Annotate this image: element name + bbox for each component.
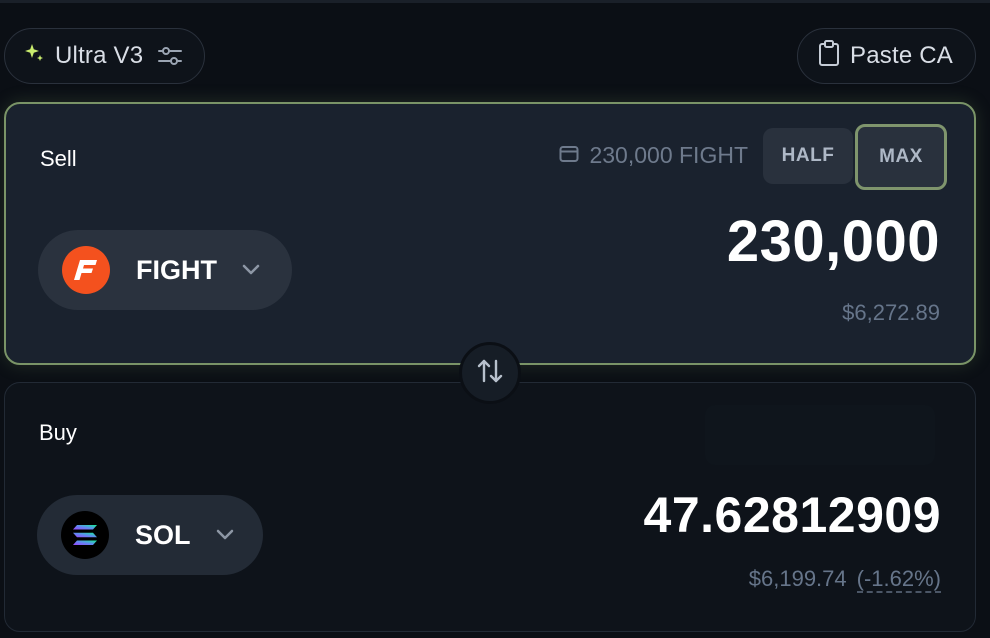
buy-usd-value: $6,199.74 — [748, 566, 847, 591]
sparkle-icon — [23, 42, 45, 71]
price-impact[interactable]: (-1.62%) — [856, 566, 941, 593]
chevron-down-icon — [241, 264, 261, 276]
paste-ca-label: Paste CA — [850, 42, 953, 69]
buy-token-name: SOL — [135, 519, 191, 550]
swap-direction-button[interactable] — [459, 342, 521, 404]
sell-balance: 230,000 FIGHT — [559, 142, 748, 169]
ultra-mode-button[interactable]: Ultra V3 — [4, 28, 205, 84]
wallet-icon — [559, 142, 579, 169]
buy-amount-output: 47.62812909 — [643, 487, 941, 543]
fight-token-logo — [62, 246, 110, 294]
sell-usd-value: $6,272.89 — [842, 300, 940, 325]
clipboard-icon — [818, 39, 840, 74]
max-button[interactable]: MAX — [855, 124, 947, 190]
sell-token-name: FIGHT — [136, 254, 217, 285]
ultra-mode-label: Ultra V3 — [55, 42, 144, 69]
sell-balance-text: 230,000 FIGHT — [589, 142, 748, 168]
sol-token-logo — [61, 511, 109, 559]
buy-usd-row: $6,199.74 (-1.62%) — [749, 566, 941, 593]
chevron-down-icon — [215, 529, 235, 541]
half-button[interactable]: HALF — [763, 128, 853, 184]
buy-token-selector[interactable]: SOL — [37, 495, 263, 575]
sliders-icon[interactable] — [157, 44, 183, 68]
swap-widget: Ultra V3 Paste CA Sell 230,000 FIGHT HAL… — [0, 0, 990, 638]
buy-title: Buy — [39, 420, 77, 445]
buy-panel: Buy SOL 47.62812909 $6,199.74 (-1.62%) — [4, 382, 976, 632]
sell-amount-input[interactable]: 230,000 — [727, 208, 940, 275]
top-divider — [0, 0, 990, 3]
paste-ca-button[interactable]: Paste CA — [797, 28, 976, 84]
sell-token-selector[interactable]: FIGHT — [38, 230, 292, 310]
background-shade — [705, 405, 935, 465]
sell-panel: Sell 230,000 FIGHT HALF MAX FIGHT 230,00… — [4, 102, 976, 365]
sell-title: Sell — [40, 146, 77, 171]
swap-arrows-icon — [475, 357, 505, 390]
